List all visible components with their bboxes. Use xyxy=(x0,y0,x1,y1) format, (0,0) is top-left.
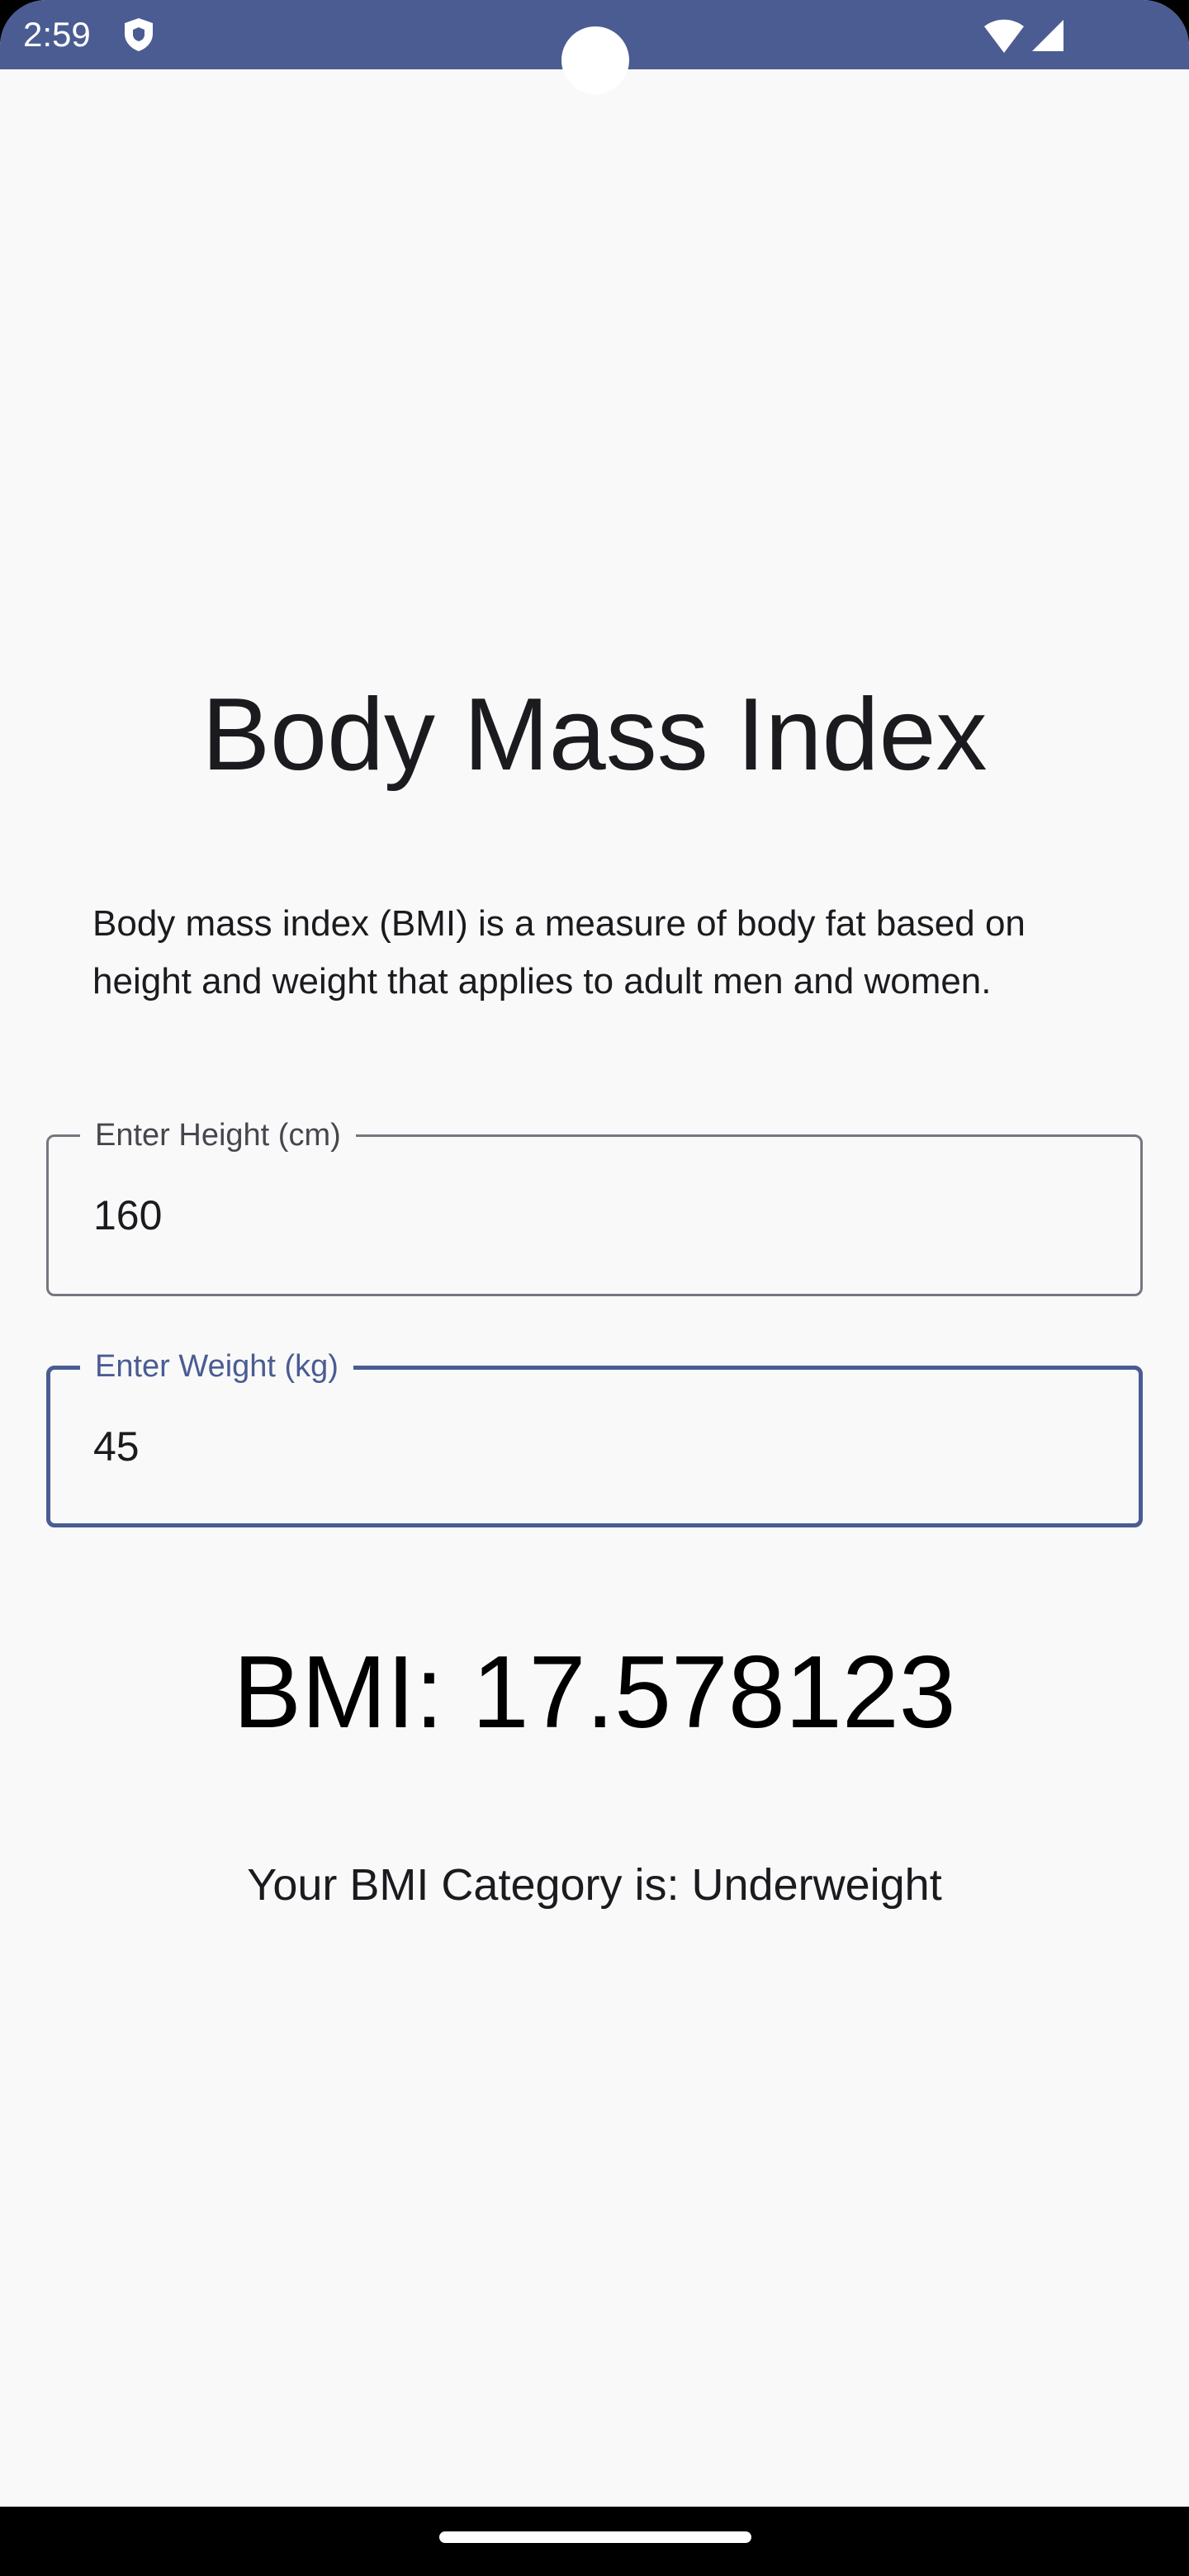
height-field[interactable]: Enter Height (cm) xyxy=(46,1114,1143,1296)
description-text: Body mass index (BMI) is a measure of bo… xyxy=(92,903,1026,1002)
home-indicator[interactable] xyxy=(439,2531,751,2543)
weight-field-label: Enter Weight (kg) xyxy=(80,1345,353,1388)
app-screen: 2:59 Body Mass Index Body mass index (BM… xyxy=(0,0,1189,2576)
height-field-label: Enter Height (cm) xyxy=(80,1114,356,1157)
shield-icon xyxy=(121,17,157,53)
navigation-bar xyxy=(0,2507,1189,2576)
camera-cutout xyxy=(561,26,629,94)
page-title: Body Mass Index xyxy=(201,678,988,792)
weight-field[interactable]: Enter Weight (kg) xyxy=(46,1345,1143,1527)
weight-input[interactable] xyxy=(93,1418,1084,1475)
status-time: 2:59 xyxy=(23,15,91,54)
bmi-result: BMI: 17.578123 xyxy=(233,1636,956,1750)
height-input[interactable] xyxy=(93,1186,1084,1244)
bmi-category: Your BMI Category is: Underweight xyxy=(247,1860,942,1910)
status-bar: 2:59 xyxy=(0,0,1189,94)
cellular-signal-icon xyxy=(1030,18,1065,53)
wifi-icon xyxy=(983,18,1026,54)
